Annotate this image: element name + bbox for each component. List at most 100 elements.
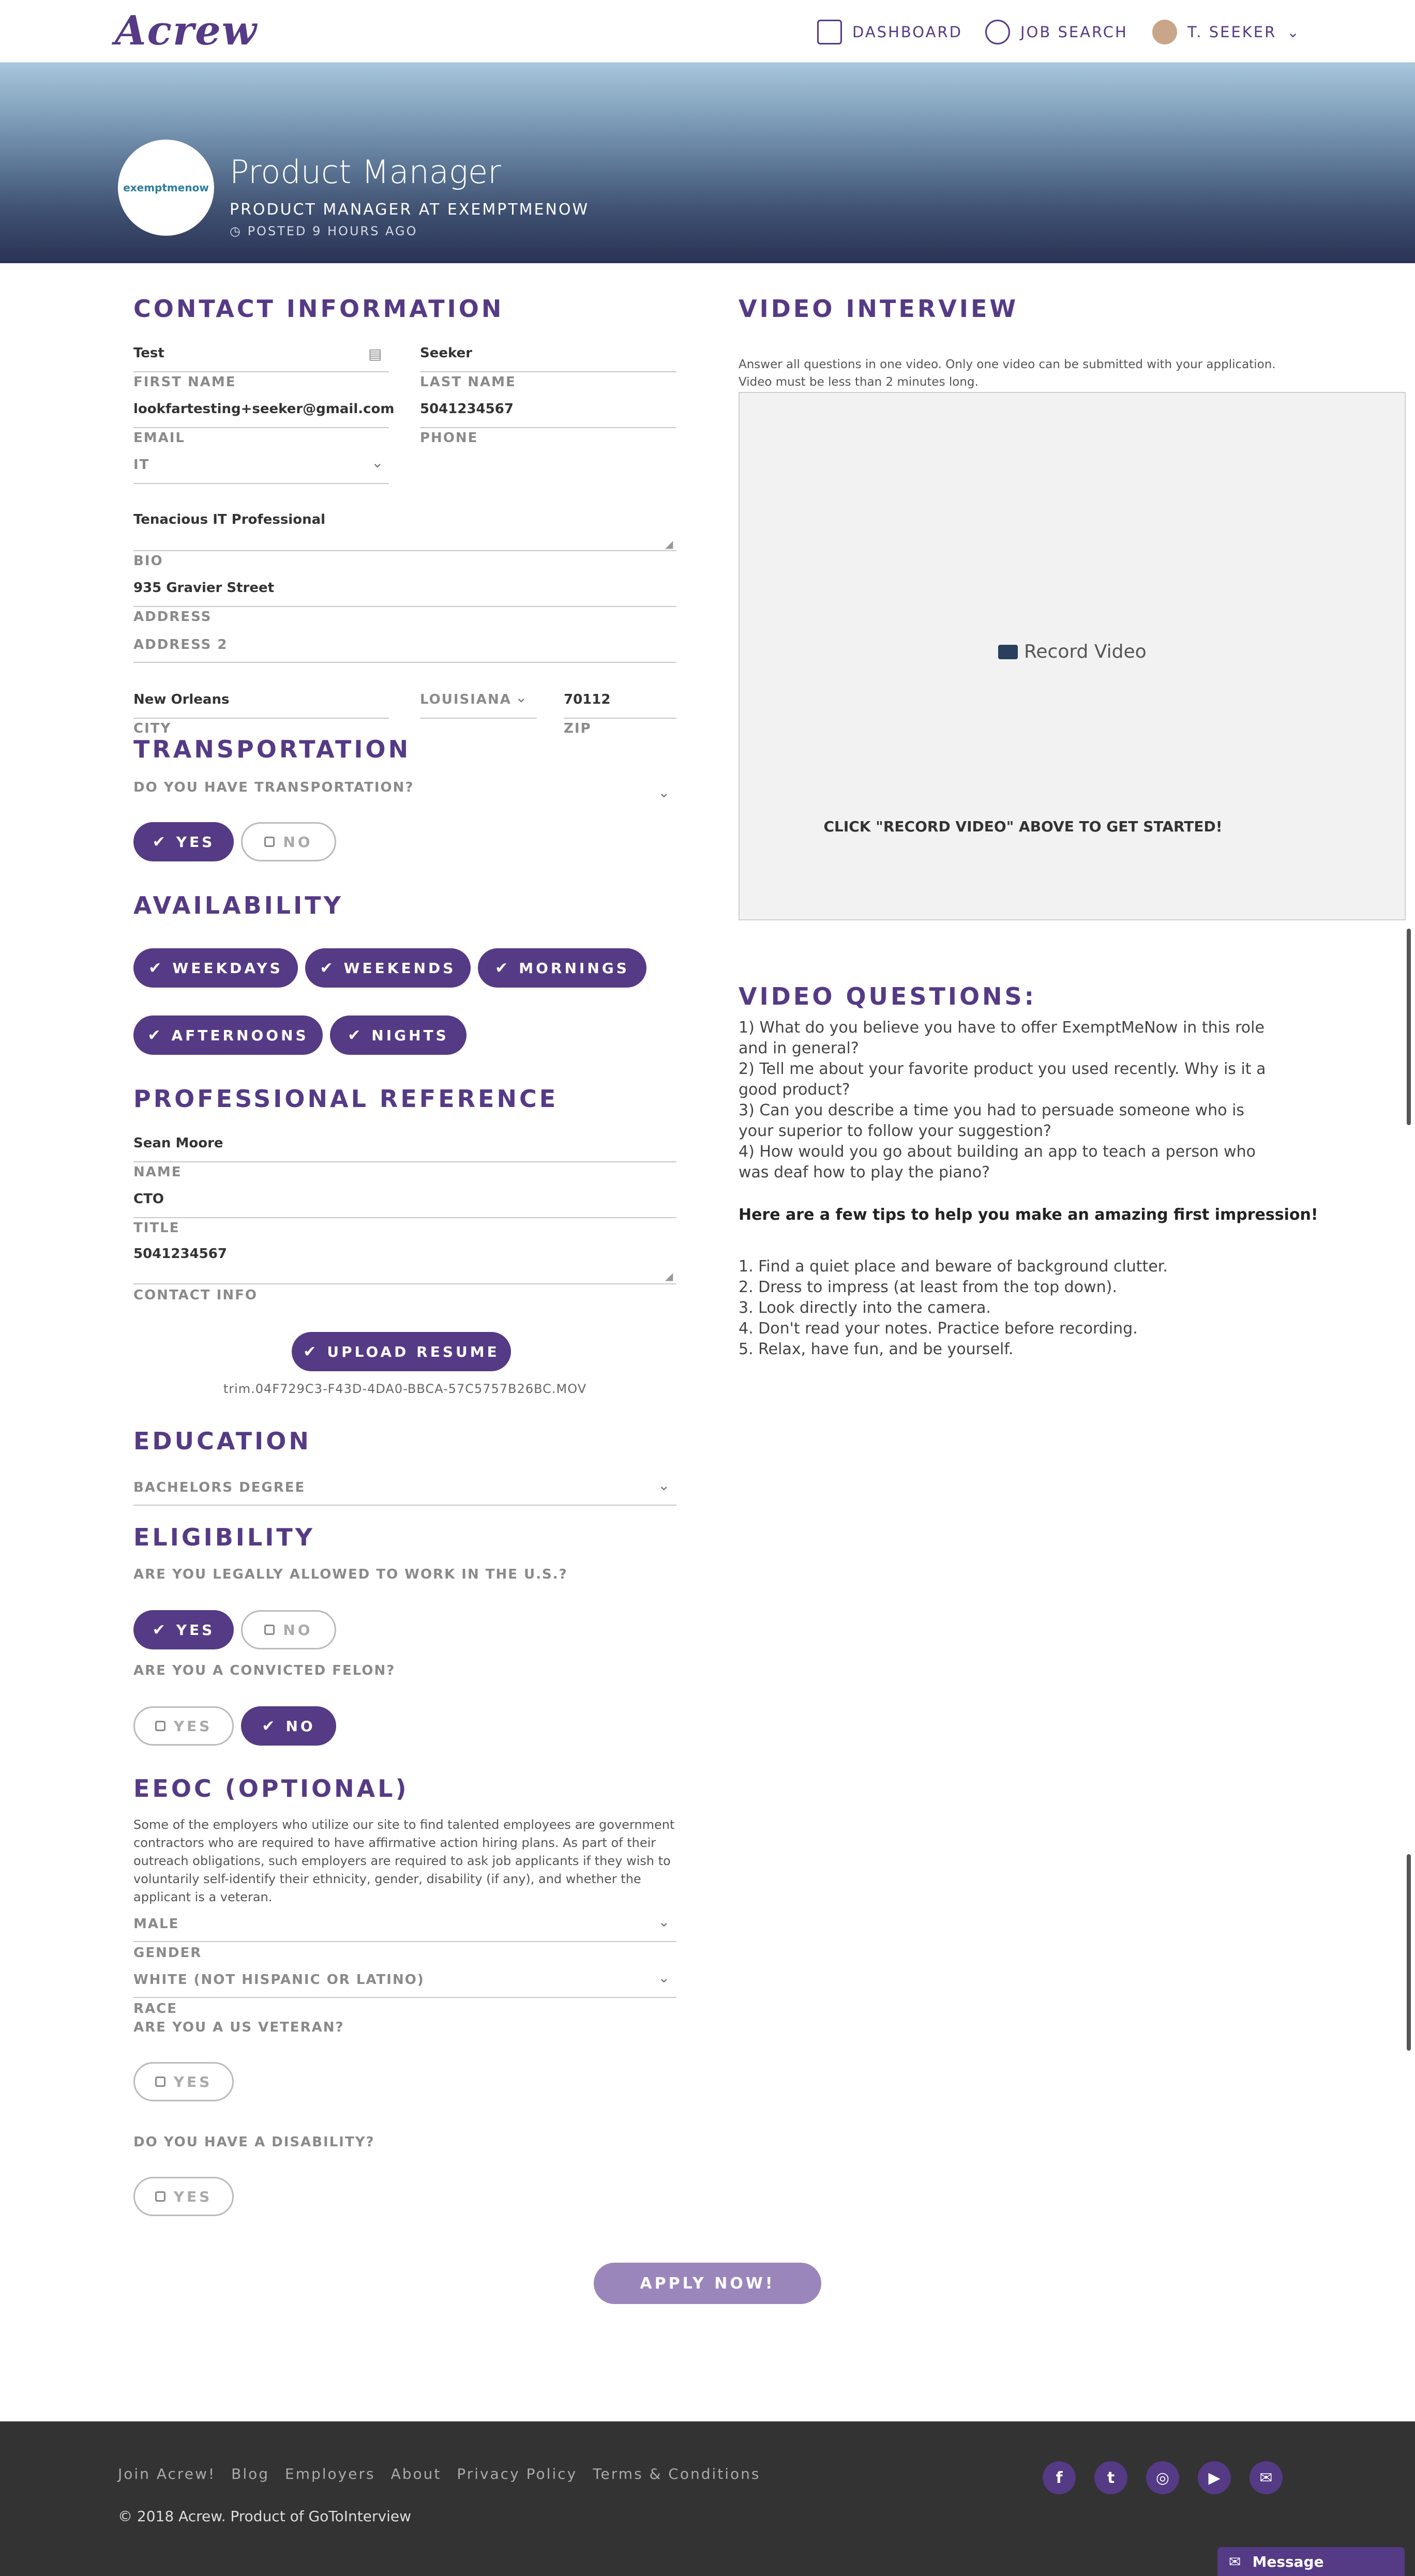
reference-heading: PROFESSIONAL REFERENCE <box>133 1085 559 1113</box>
chevron-down-icon[interactable]: ⌄ <box>658 784 670 801</box>
check-icon: ✔ <box>320 959 336 977</box>
checkbox-icon <box>264 837 275 847</box>
veteran-yes-button[interactable]: YES <box>133 2062 234 2101</box>
scrollbar-thumb[interactable] <box>1407 1854 1411 2051</box>
user-menu[interactable]: T. SEEKER ⌄ <box>1152 20 1301 44</box>
city-input[interactable]: New Orleans <box>133 692 229 707</box>
availability-weekdays[interactable]: ✔ WEEKDAYS <box>133 948 298 988</box>
address-input[interactable]: 935 Gravier Street <box>133 580 274 596</box>
check-icon: ✔ <box>148 959 164 977</box>
address-label: ADDRESS <box>133 609 212 625</box>
transportation-question: DO YOU HAVE TRANSPORTATION? <box>133 780 414 795</box>
eeoc-description: Some of the employers who utilize our si… <box>133 1817 675 1904</box>
tips-list: 1. Find a quiet place and beware of back… <box>739 1256 1271 1360</box>
felon-no-button[interactable]: ✔ NO <box>241 1706 336 1746</box>
availability-weekends[interactable]: ✔ WEEKENDS <box>305 948 471 988</box>
video-instructions: Answer all questions in one video. Only … <box>739 358 1276 389</box>
job-title: Product Manager <box>230 153 501 191</box>
footer-link-terms[interactable]: Terms & Conditions <box>593 2465 760 2482</box>
posted-time: ◷ POSTED 9 HOURS AGO <box>230 224 418 238</box>
race-select[interactable]: WHITE (NOT HISPANIC OR LATINO) <box>133 1972 425 1988</box>
first-name-input[interactable]: Test <box>133 345 164 361</box>
video-questions-heading: VIDEO QUESTIONS: <box>739 982 1037 1010</box>
clock-icon: ◷ <box>230 224 248 238</box>
upload-resume-button[interactable]: ✔ UPLOAD RESUME <box>292 1332 511 1371</box>
availability-afternoons[interactable]: ✔ AFTERNOONS <box>133 1016 323 1055</box>
felon-yes-button[interactable]: YES <box>133 1706 234 1746</box>
contact-card-icon: ▤ <box>368 345 382 362</box>
footer-link-privacy[interactable]: Privacy Policy <box>457 2465 577 2482</box>
apply-now-button[interactable]: APPLY NOW! <box>594 2263 821 2304</box>
chevron-down-icon: ⌄ <box>658 1913 670 1930</box>
reference-title-underline <box>133 1217 676 1218</box>
footer-link-blog[interactable]: Blog <box>231 2465 269 2482</box>
video-interview-heading: VIDEO INTERVIEW <box>739 295 1019 323</box>
industry-select[interactable]: IT <box>133 457 149 473</box>
instagram-icon[interactable]: ◎ <box>1146 2461 1179 2494</box>
transportation-yes-button[interactable]: ✔ YES <box>133 822 234 861</box>
race-underline <box>133 1997 676 1998</box>
avatar <box>1152 20 1177 44</box>
bio-textarea[interactable]: Tenacious IT Professional <box>133 512 325 527</box>
gender-select[interactable]: MALE <box>133 1916 179 1932</box>
disability-yes-button[interactable]: YES <box>133 2177 234 2216</box>
footer-link-employers[interactable]: Employers <box>285 2465 375 2482</box>
copyright: © 2018 Acrew. Product of GoToInterview <box>118 2508 411 2525</box>
reference-title-input[interactable]: CTO <box>133 1191 164 1207</box>
work-eligible-yes-button[interactable]: ✔ YES <box>133 1610 234 1649</box>
nav-job-search[interactable]: JOB SEARCH <box>985 20 1128 44</box>
video-camera-icon <box>998 644 1018 659</box>
nav-dashboard-label: DASHBOARD <box>852 23 962 41</box>
email-underline <box>133 427 389 428</box>
chevron-down-icon: ⌄ <box>371 454 384 471</box>
veteran-question: ARE YOU A US VETERAN? <box>133 2020 344 2035</box>
record-video-button[interactable]: Record Video <box>998 641 1147 662</box>
footer-link-join[interactable]: Join Acrew! <box>118 2465 216 2482</box>
message-widget[interactable]: ✉ Message <box>1217 2547 1405 2576</box>
check-icon: ✔ <box>152 832 168 851</box>
last-name-label: LAST NAME <box>420 374 516 390</box>
gender-label: GENDER <box>133 1945 202 1961</box>
education-select[interactable]: BACHELORS DEGREE <box>133 1480 305 1495</box>
availability-mornings[interactable]: ✔ MORNINGS <box>478 948 646 988</box>
zip-underline <box>564 718 676 719</box>
youtube-icon[interactable]: ▶ <box>1198 2461 1231 2494</box>
transportation-no-button[interactable]: NO <box>241 822 336 861</box>
reference-name-label: NAME <box>133 1164 182 1180</box>
availability-nights[interactable]: ✔ NIGHTS <box>330 1016 466 1055</box>
scrollbar-thumb[interactable] <box>1407 929 1411 1125</box>
twitter-icon[interactable]: t <box>1094 2461 1127 2494</box>
email-icon[interactable]: ✉ <box>1250 2461 1283 2494</box>
nav-dashboard[interactable]: DASHBOARD <box>817 20 962 44</box>
email-input[interactable]: lookfartesting+seeker@gmail.com <box>133 401 395 417</box>
tip-item: 3. Look directly into the camera. <box>739 1299 991 1317</box>
education-underline <box>133 1505 676 1506</box>
work-eligible-no-button[interactable]: NO <box>241 1610 336 1649</box>
reference-contact-textarea[interactable]: 5041234567 <box>133 1246 227 1262</box>
address2-underline[interactable] <box>133 662 676 663</box>
footer-link-about[interactable]: About <box>391 2465 442 2482</box>
disability-question: DO YOU HAVE A DISABILITY? <box>133 2134 375 2150</box>
email-label: EMAIL <box>133 430 185 446</box>
checkbox-icon <box>155 2191 165 2202</box>
resize-handle-icon[interactable]: ◢ <box>665 1270 673 1282</box>
tip-item: 2. Dress to impress (at least from the t… <box>739 1278 1117 1296</box>
check-icon: ✔ <box>303 1342 319 1361</box>
checkbox-icon <box>155 1721 165 1731</box>
felon-question: ARE YOU A CONVICTED FELON? <box>133 1663 396 1678</box>
checkbox-icon <box>264 1625 275 1635</box>
zip-input[interactable]: 70112 <box>564 692 610 707</box>
gender-underline <box>133 1941 676 1942</box>
reference-name-input[interactable]: Sean Moore <box>133 1135 223 1151</box>
phone-label: PHONE <box>420 430 478 446</box>
facebook-icon[interactable]: f <box>1043 2461 1076 2494</box>
state-select[interactable]: LOUISIANA <box>420 692 511 707</box>
phone-input[interactable]: 5041234567 <box>420 401 514 417</box>
reference-contact-underline <box>133 1283 676 1284</box>
last-name-input[interactable]: Seeker <box>420 345 472 361</box>
resize-handle-icon[interactable]: ◢ <box>665 538 673 550</box>
check-icon: ✔ <box>348 1026 364 1044</box>
chevron-down-icon: ⌄ <box>658 1477 670 1494</box>
acrew-logo[interactable]: Acrew <box>115 7 258 54</box>
city-label: CITY <box>133 721 172 736</box>
